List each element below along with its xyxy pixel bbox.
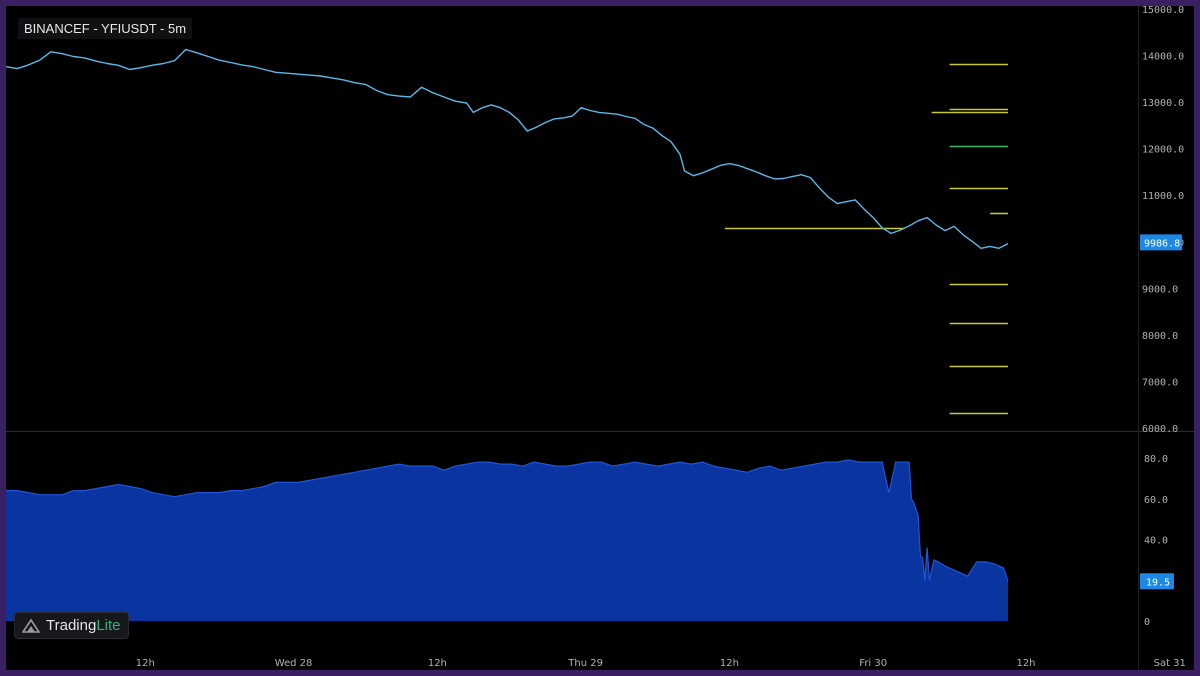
time-axis-tick-label: 12h <box>428 658 447 669</box>
tradinglite-logo: TradingLite <box>14 612 129 639</box>
time-axis-tick-label: Wed 28 <box>275 658 313 669</box>
price-axis-tick-label: 13000.0 <box>1142 98 1184 109</box>
indicator-axis[interactable]: 80.0 60.0 40.0 0 19.5 <box>1140 454 1174 628</box>
time-axis-tick-label: 12h <box>1016 658 1035 669</box>
price-axis-tick-label: 9000.0 <box>1142 284 1178 295</box>
indicator-axis-tick-label: 80.0 <box>1144 454 1168 465</box>
price-series-line <box>6 48 1009 250</box>
chart-title: BINANCEF - YFIUSDT - 5m <box>18 18 193 39</box>
indicator-axis-tick-label: 40.0 <box>1144 536 1168 547</box>
time-axis-tick-label: Fri 30 <box>859 658 887 669</box>
chart-window: 15000.014000.013000.012000.011000.010000… <box>6 6 1194 670</box>
price-axis-tick-label: 12000.0 <box>1142 145 1184 156</box>
indicator-axis-tick-label: 0 <box>1144 617 1150 628</box>
price-axis-tick-label: 6000.0 <box>1142 424 1178 435</box>
price-axis-tick-label: 11000.0 <box>1142 191 1184 202</box>
price-axis-tick-label: 15000.0 <box>1142 6 1184 16</box>
last-price-label: 9986.8 <box>1144 238 1180 249</box>
logo-text-lite: Lite <box>96 617 121 634</box>
price-axis-tick-label: 14000.0 <box>1142 52 1184 63</box>
price-axis-tick-label: 8000.0 <box>1142 331 1178 342</box>
price-axis-tick-label: 7000.0 <box>1142 377 1178 388</box>
price-panel <box>6 48 1009 415</box>
time-axis-tick-label: Sat 31 <box>1154 658 1186 669</box>
chart-canvas[interactable]: 15000.014000.013000.012000.011000.010000… <box>6 6 1194 670</box>
logo-text-trading: Trading <box>46 617 97 634</box>
time-axis[interactable]: 12h Wed 28 12h Thu 29 12h Fri 30 12h Sat 31 <box>136 658 1186 669</box>
indicator-area-fill <box>6 460 1008 621</box>
tradinglite-logo-icon <box>22 618 40 633</box>
indicator-panel <box>6 459 1009 621</box>
price-axis[interactable]: 15000.014000.013000.012000.011000.010000… <box>1140 6 1184 435</box>
time-axis-tick-label: Thu 29 <box>567 658 603 669</box>
indicator-axis-tick-label: 60.0 <box>1144 495 1168 506</box>
time-axis-tick-label: 12h <box>136 658 155 669</box>
time-axis-tick-label: 12h <box>720 658 739 669</box>
last-indicator-label: 19.5 <box>1146 577 1170 588</box>
